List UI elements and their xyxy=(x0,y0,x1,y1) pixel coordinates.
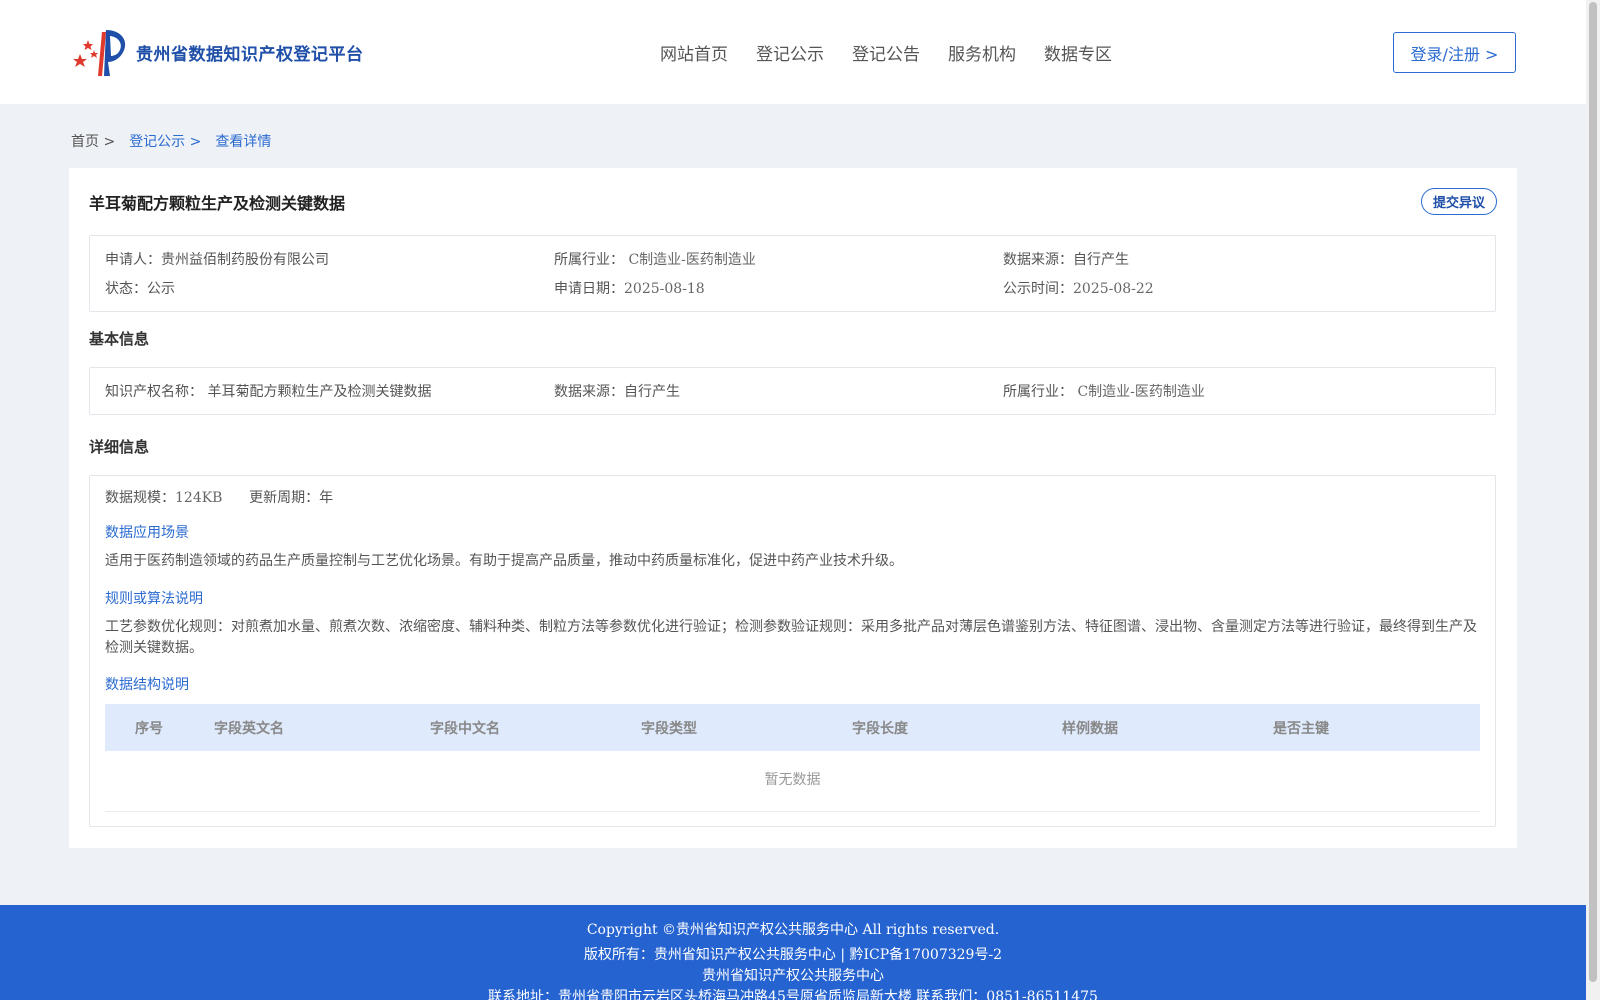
scale-label: 数据规模： xyxy=(105,490,175,506)
col-sample: 样例数据 xyxy=(1062,721,1118,737)
industry-label: 所属行业： xyxy=(554,252,624,268)
site-header: 贵州省数据知识产权登记平台 网站首页 登记公示 登记公告 服务机构 数据专区 登… xyxy=(0,0,1586,104)
algorithm-title: 规则或算法说明 xyxy=(105,591,203,607)
scale-value: 124KB xyxy=(175,490,223,506)
status-label: 状态： xyxy=(105,281,147,297)
breadcrumb-publicity[interactable]: 登记公示 > xyxy=(129,131,201,151)
login-register-button[interactable]: 登录/注册 > xyxy=(1393,32,1516,73)
page-scrollbar[interactable] xyxy=(1586,0,1600,1000)
scrollbar-thumb[interactable] xyxy=(1589,2,1597,982)
publicity-time-label: 公示时间： xyxy=(1003,281,1073,297)
basic-industry-label: 所属行业： xyxy=(1003,384,1073,400)
source-value: 自行产生 xyxy=(1073,252,1129,268)
basic-industry-value: C制造业-医药制造业 xyxy=(1077,384,1205,400)
applicant-value: 贵州益佰制药股份有限公司 xyxy=(161,252,329,268)
apply-date-field: 申请日期：2025-08-18 xyxy=(554,278,705,298)
basic-source-field: 数据来源：自行产生 xyxy=(554,381,680,401)
nav-announcement[interactable]: 登记公告 xyxy=(852,40,920,65)
algorithm-text: 工艺参数优化规则：对煎煮加水量、煎煮次数、浓缩密度、辅料种类、制粒方法等参数优化… xyxy=(105,619,1477,656)
nav-data-zone[interactable]: 数据专区 xyxy=(1044,40,1112,65)
summary-box: 申请人：贵州益佰制药股份有限公司 所属行业： C制造业-医药制造业 数据来源：自… xyxy=(89,235,1496,312)
table-empty-state: 暂无数据 xyxy=(105,752,1480,812)
basic-info-box: 知识产权名称： 羊耳菊配方颗粒生产及检测关键数据 数据来源：自行产生 所属行业：… xyxy=(89,367,1496,415)
col-primary-key: 是否主键 xyxy=(1273,721,1329,737)
site-footer: Copyright ©贵州省知识产权公共服务中心 All rights rese… xyxy=(0,905,1586,1000)
basic-info-title: 基本信息 xyxy=(89,330,150,348)
col-length: 字段长度 xyxy=(852,721,908,737)
publicity-time-value: 2025-08-22 xyxy=(1073,281,1154,297)
ip-name-label: 知识产权名称： xyxy=(105,384,203,400)
main-nav: 网站首页 登记公示 登记公告 服务机构 数据专区 xyxy=(660,40,1140,65)
footer-rights: 版权所有：贵州省知识产权公共服务中心 | 黔ICP备17007329号-2 xyxy=(583,947,1003,963)
detail-card: 羊耳菊配方颗粒生产及检测关键数据 提交异议 申请人：贵州益佰制药股份有限公司 所… xyxy=(69,168,1517,848)
page-title: 羊耳菊配方颗粒生产及检测关键数据 xyxy=(89,194,346,213)
footer-org: 贵州省知识产权公共服务中心 xyxy=(702,968,884,984)
source-label: 数据来源： xyxy=(1003,252,1073,268)
detail-info-title: 详细信息 xyxy=(89,438,150,456)
breadcrumb: 首页 > 登记公示 > 查看详情 xyxy=(71,131,285,151)
ip-name-field: 知识产权名称： 羊耳菊配方颗粒生产及检测关键数据 xyxy=(105,381,431,401)
structure-title: 数据结构说明 xyxy=(105,677,189,693)
basic-source-label: 数据来源： xyxy=(554,384,624,400)
col-index: 序号 xyxy=(135,721,163,737)
applicant-label: 申请人： xyxy=(105,252,161,268)
industry-field: 所属行业： C制造业-医药制造业 xyxy=(554,249,756,269)
site-logo[interactable]: 贵州省数据知识产权登记平台 xyxy=(70,26,364,78)
nav-service-agencies[interactable]: 服务机构 xyxy=(948,40,1016,65)
status-field: 状态：公示 xyxy=(105,278,175,298)
footer-contact: 联系地址：贵州省贵阳市云岩区头桥海马冲路45号原省质监局新大楼 联系我们：085… xyxy=(488,989,1098,1000)
basic-industry-field: 所属行业： C制造业-医药制造业 xyxy=(1003,381,1205,401)
apply-date-label: 申请日期： xyxy=(554,281,624,297)
source-field: 数据来源：自行产生 xyxy=(1003,249,1129,269)
submit-objection-button[interactable]: 提交异议 xyxy=(1421,188,1497,215)
footer-copyright: Copyright ©贵州省知识产权公共服务中心 All rights rese… xyxy=(586,922,1000,938)
cycle-label: 更新周期： xyxy=(249,490,320,506)
cycle-value: 年 xyxy=(319,490,334,506)
scale-cycle-field: 数据规模：124KB 更新周期：年 xyxy=(105,487,333,507)
industry-value: C制造业-医药制造业 xyxy=(628,252,756,268)
publicity-time-field: 公示时间：2025-08-22 xyxy=(1003,278,1154,298)
basic-source-value: 自行产生 xyxy=(624,384,680,400)
breadcrumb-home[interactable]: 首页 > xyxy=(71,131,115,151)
ip-name-value: 羊耳菊配方颗粒生产及检测关键数据 xyxy=(207,384,432,400)
nav-home[interactable]: 网站首页 xyxy=(660,40,728,65)
nav-publicity[interactable]: 登记公示 xyxy=(756,40,824,65)
apply-date-value: 2025-08-18 xyxy=(624,281,705,297)
site-title: 贵州省数据知识产权登记平台 xyxy=(136,44,364,65)
detail-info-box: 数据规模：124KB 更新周期：年 数据应用场景 适用于医药制造领域的药品生产质… xyxy=(89,475,1496,827)
logo-emblem-icon xyxy=(73,30,126,76)
status-value: 公示 xyxy=(147,281,175,297)
scenario-title: 数据应用场景 xyxy=(105,525,189,541)
scenario-text: 适用于医药制造领域的药品生产质量控制与工艺优化场景。有助于提高产品质量，推动中药… xyxy=(105,553,903,569)
col-type: 字段类型 xyxy=(641,721,697,737)
applicant-field: 申请人：贵州益佰制药股份有限公司 xyxy=(105,249,329,269)
breadcrumb-current: 查看详情 xyxy=(215,134,272,150)
structure-table-header: 序号 字段英文名 字段中文名 字段类型 字段长度 样例数据 是否主键 xyxy=(105,704,1480,751)
col-chinese-name: 字段中文名 xyxy=(430,721,500,737)
col-english-name: 字段英文名 xyxy=(214,721,284,737)
